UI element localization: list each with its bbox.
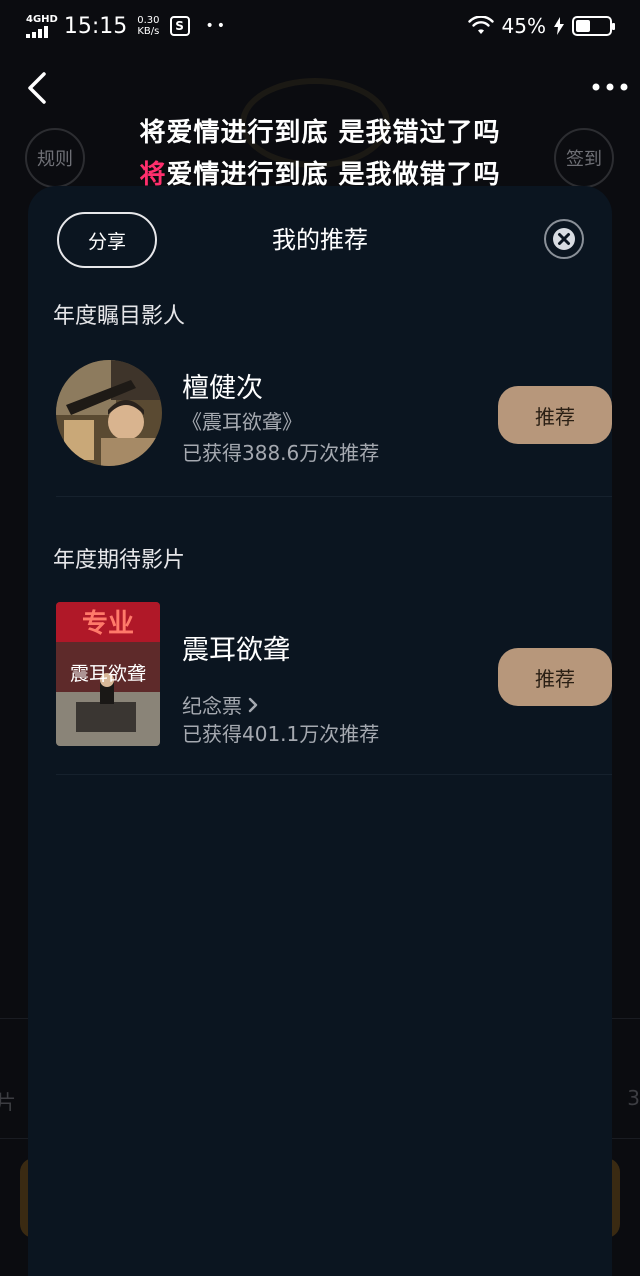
network-speed: 0.30 KB/s — [137, 15, 159, 37]
souvenir-ticket-label: 纪念票 — [182, 694, 242, 718]
chevron-right-icon — [248, 697, 258, 712]
recommendation-item-person: 檀健次 《震耳欲聋》 已获得388.6万次推荐 推荐 — [56, 358, 612, 488]
network-type: 4GHD — [26, 13, 58, 25]
close-button[interactable] — [544, 219, 584, 259]
recommend-button[interactable]: 推荐 — [498, 648, 612, 706]
wifi-icon — [467, 16, 494, 34]
app-icon-letter: S — [175, 19, 184, 33]
recommend-count: 已获得388.6万次推荐 — [182, 441, 380, 465]
section-title-film: 年度期待影片 — [53, 548, 186, 573]
status-time: 15:15 — [63, 13, 128, 39]
modal-title: 我的推荐 — [272, 226, 368, 254]
cellular-signal-icon: 4GHD — [26, 13, 58, 38]
recommend-count: 已获得401.1万次推荐 — [182, 722, 380, 746]
background-ghost-text: 3 — [627, 1086, 640, 1110]
background-ghost-text: 片 — [0, 1090, 16, 1114]
back-arrow-icon[interactable] — [18, 68, 58, 108]
battery-icon — [572, 16, 615, 36]
app-notification-icon: S — [169, 16, 190, 36]
charging-bolt-icon — [554, 17, 564, 35]
speed-unit: KB/s — [137, 26, 160, 37]
more-options-icon[interactable] — [588, 72, 632, 102]
status-bar: 4GHD 15:15 0.30 KB/s S •• 45% — [0, 0, 640, 52]
speed-value: 0.30 — [137, 15, 160, 26]
person-film: 《震耳欲聋》 — [182, 410, 302, 434]
person-name: 檀健次 — [182, 373, 263, 404]
recommendation-item-film: 专业 震耳欲聋 震耳欲聋 纪念票 已获得401.1万次推荐 推荐 — [56, 602, 612, 746]
film-poster: 专业 震耳欲聋 — [56, 602, 160, 746]
souvenir-ticket-link[interactable]: 纪念票 — [182, 690, 258, 719]
section-title-person: 年度瞩目影人 — [53, 304, 186, 329]
poster-top-text: 专业 — [82, 609, 134, 639]
recommend-button[interactable]: 推荐 — [498, 386, 612, 444]
divider — [56, 774, 612, 775]
divider — [56, 496, 612, 497]
lyric-line-1: 将爱情进行到底 是我错过了吗 — [139, 118, 501, 148]
poster-title-text: 震耳欲聋 — [70, 663, 146, 685]
notification-dots: •• — [205, 18, 229, 34]
battery-percent: 45% — [501, 14, 546, 38]
film-name: 震耳欲聋 — [182, 635, 290, 666]
close-icon — [553, 228, 575, 250]
avatar — [56, 360, 162, 466]
my-recommendations-modal: 分享 我的推荐 年度瞩目影人 檀健次 《震耳欲聋》 已获得388.6万次推荐 推… — [28, 186, 612, 1276]
battery-fill — [576, 20, 591, 32]
